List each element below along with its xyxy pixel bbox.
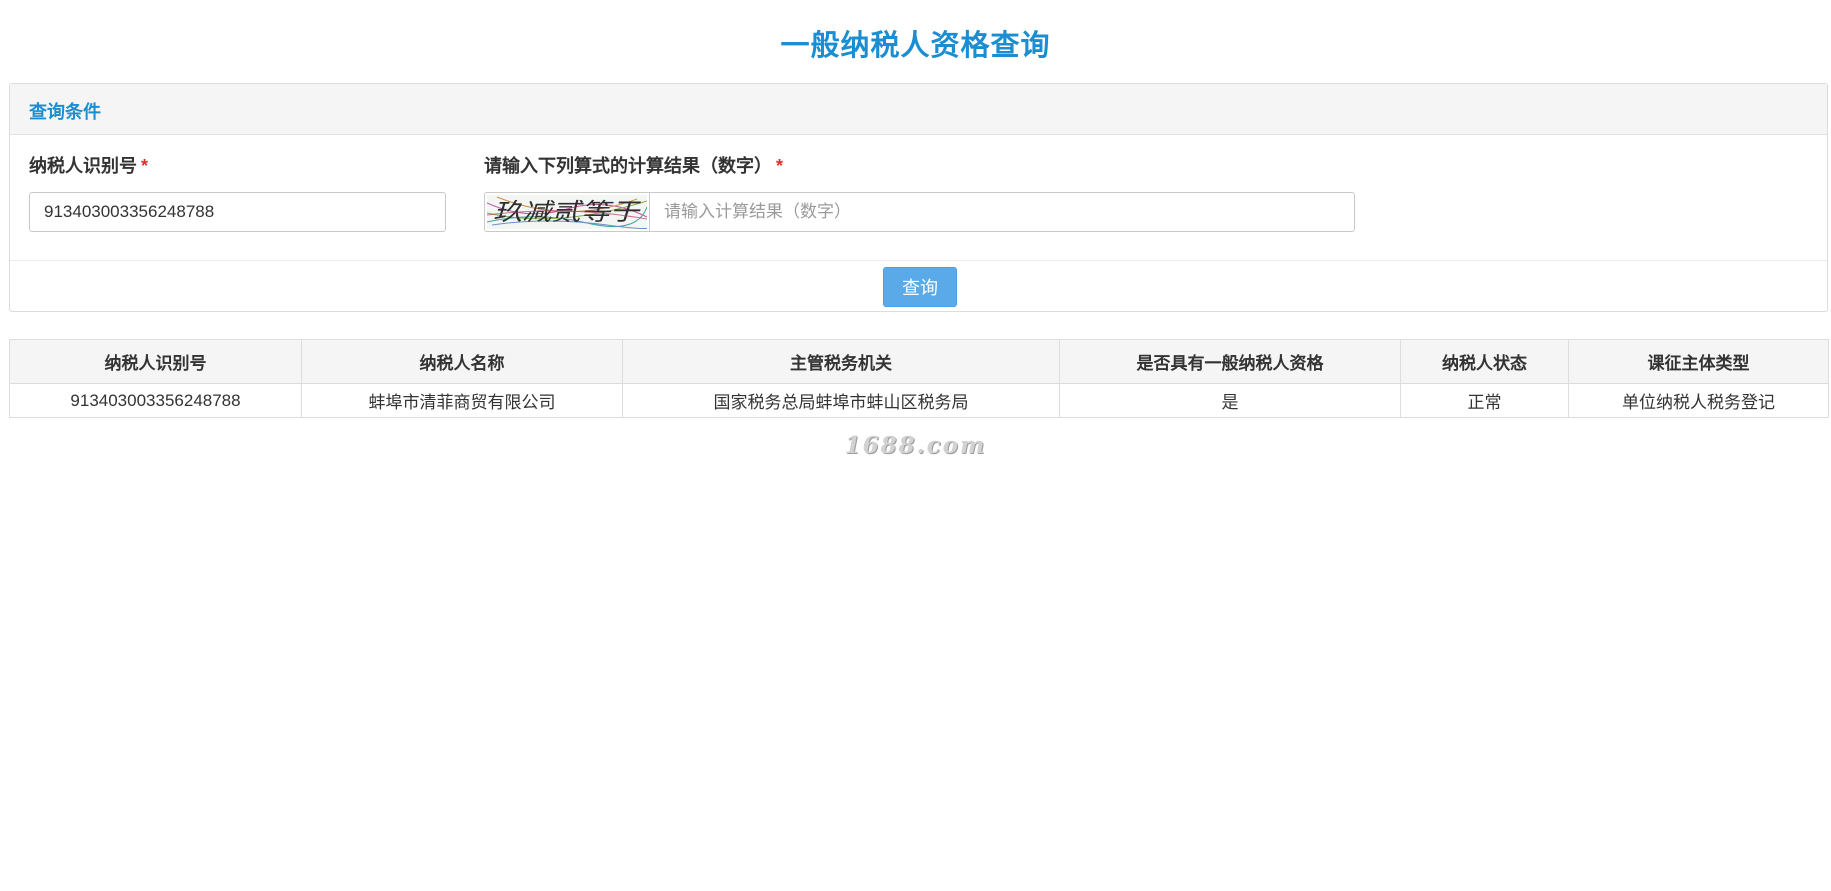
- column-header-taxpayer-id: 纳税人识别号: [9, 339, 302, 384]
- query-button[interactable]: 查询: [883, 267, 957, 307]
- panel-divider: [10, 260, 1827, 261]
- table-cell-levy-subject-type: 单位纳税人税务登记: [1568, 383, 1829, 418]
- taxpayer-id-label-text: 纳税人识别号: [29, 156, 137, 176]
- column-header-taxpayer-state: 纳税人状态: [1400, 339, 1569, 384]
- result-table-body: 913403003356248788 蚌埠市清菲商贸有限公司 国家税务总局蚌埠市…: [9, 383, 1829, 418]
- captcha-label-text: 请输入下列算式的计算结果（数字）: [484, 156, 772, 176]
- page-title: 一般纳税人资格查询: [780, 30, 1051, 62]
- page: 一般纳税人资格查询 查询条件 纳税人识别号* 请输入下列算式的计算结果（数字）*…: [0, 0, 1831, 891]
- query-panel-heading: 查询条件: [10, 84, 1827, 135]
- result-table: 纳税人识别号 纳税人名称 主管税务机关 是否具有一般纳税人资格 纳税人状态 课征…: [9, 339, 1829, 418]
- watermark: 1688.com: [844, 432, 987, 459]
- taxpayer-id-label: 纳税人识别号 *: [29, 152, 148, 178]
- captcha-label: 请输入下列算式的计算结果（数字） *: [484, 152, 783, 178]
- captcha-noise-graphic: 玖减贰等于: [487, 196, 647, 229]
- query-panel: 查询条件 纳税人识别号* 请输入下列算式的计算结果（数字）* 玖减贰等于: [9, 83, 1828, 312]
- column-header-taxpayer-name: 纳税人名称: [301, 339, 623, 384]
- query-panel-heading-text: 查询条件: [29, 102, 101, 122]
- taxpayer-id-input[interactable]: [29, 192, 446, 232]
- column-header-general-taxpayer-status: 是否具有一般纳税人资格: [1059, 339, 1401, 384]
- column-header-levy-subject-type: 课征主体类型: [1568, 339, 1829, 384]
- table-header-row: 纳税人识别号 纳税人名称 主管税务机关 是否具有一般纳税人资格 纳税人状态 课征…: [9, 339, 1829, 384]
- table-row: 913403003356248788 蚌埠市清菲商贸有限公司 国家税务总局蚌埠市…: [9, 383, 1829, 418]
- column-header-tax-authority: 主管税务机关: [622, 339, 1060, 384]
- required-mark: *: [776, 156, 784, 176]
- table-cell-tax-authority: 国家税务总局蚌埠市蚌山区税务局: [622, 383, 1060, 418]
- table-cell-taxpayer-state: 正常: [1400, 383, 1569, 418]
- captcha-answer-input[interactable]: [650, 193, 1353, 231]
- table-cell-general-taxpayer-status: 是: [1059, 383, 1401, 418]
- table-cell-taxpayer-id: 913403003356248788: [9, 383, 302, 418]
- table-cell-taxpayer-name: 蚌埠市清菲商贸有限公司: [301, 383, 623, 418]
- captcha-input-group: 玖减贰等于: [484, 192, 1355, 232]
- required-mark: *: [141, 156, 149, 176]
- captcha-image[interactable]: 玖减贰等于: [487, 195, 647, 229]
- result-table-header: 纳税人识别号 纳税人名称 主管税务机关 是否具有一般纳税人资格 纳税人状态 课征…: [9, 339, 1829, 384]
